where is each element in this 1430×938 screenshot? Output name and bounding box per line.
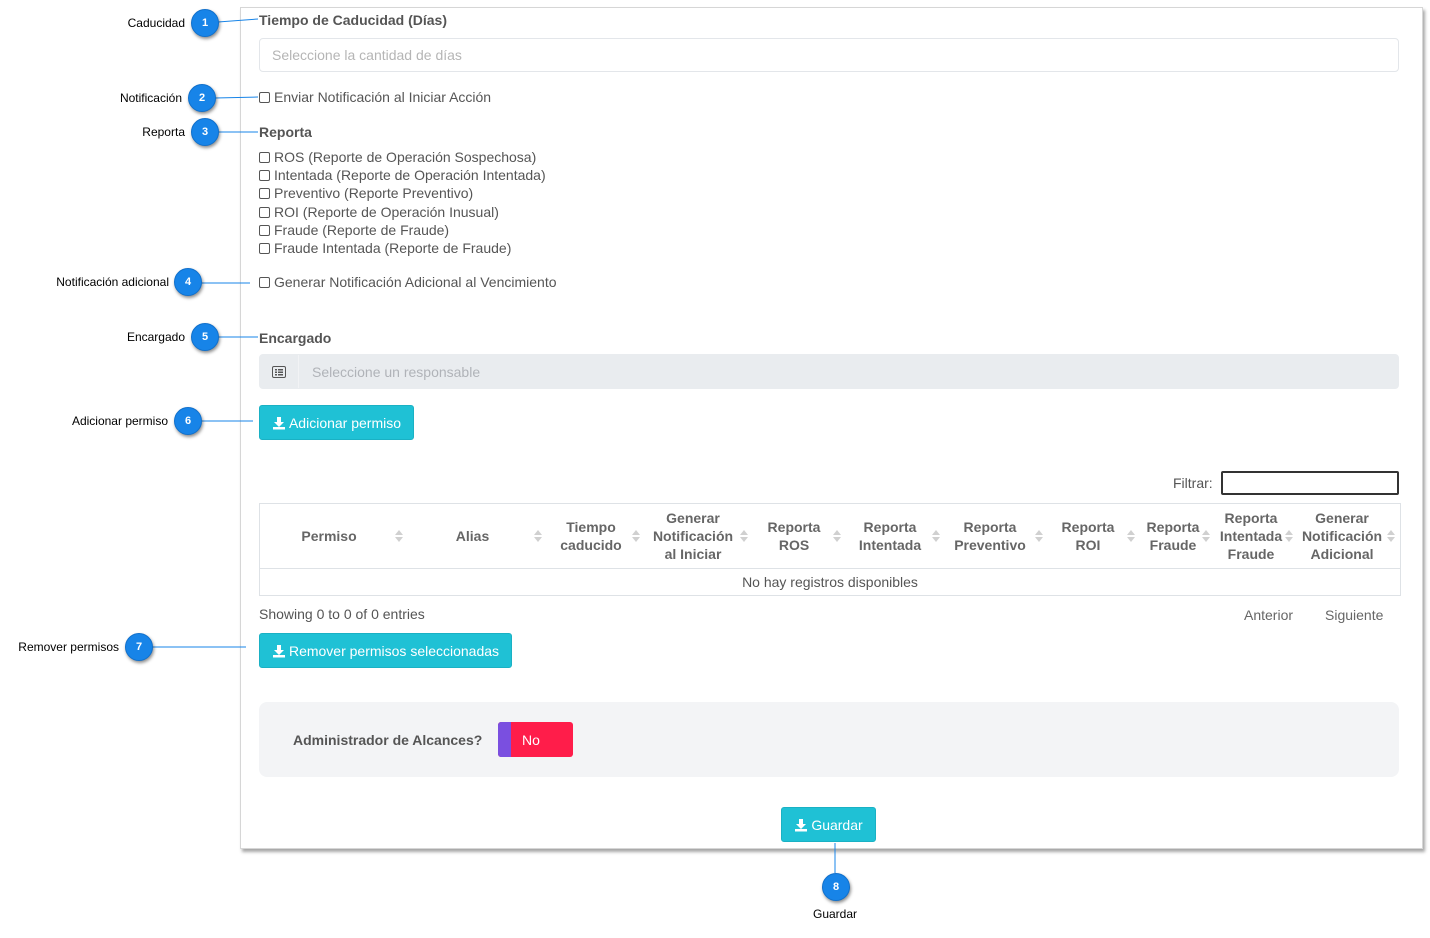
- callout-label-remover-permisos: Remover permisos: [18, 640, 119, 654]
- reporta-option-fraude[interactable]: Fraude (Reporte de Fraude): [259, 221, 449, 239]
- reporta-option-fraude-intentada[interactable]: Fraude Intentada (Reporte de Fraude): [259, 239, 511, 257]
- pagination-previous[interactable]: Anterior: [1244, 607, 1293, 623]
- encargado-select[interactable]: Seleccione un responsable: [259, 354, 1399, 389]
- th-reporta-fraude[interactable]: Reporta Fraude: [1138, 504, 1208, 568]
- filter-label: Filtrar:: [1173, 475, 1213, 491]
- reporta-roi-checkbox[interactable]: [259, 206, 270, 218]
- sort-icon[interactable]: [1202, 530, 1210, 542]
- notificacion-adicional-row[interactable]: Generar Notificación Adicional al Vencim…: [259, 273, 557, 291]
- callout-label-notificacion-adicional: Notificación adicional: [56, 275, 169, 289]
- guardar-label: Guardar: [811, 816, 863, 833]
- callout-badge-6: 6: [174, 407, 202, 435]
- th-reporta-preventivo[interactable]: Reporta Preventivo: [950, 504, 1030, 568]
- reporta-option-ros[interactable]: ROS (Reporte de Operación Sospechosa): [259, 148, 536, 166]
- callout-badge-4: 4: [174, 268, 202, 296]
- encargado-placeholder: Seleccione un responsable: [312, 364, 481, 380]
- notificacion-checkbox-row[interactable]: Enviar Notificación al Iniciar Acción: [259, 88, 491, 106]
- sort-icon[interactable]: [534, 530, 542, 542]
- reporta-option-roi[interactable]: ROI (Reporte de Operación Inusual): [259, 203, 499, 221]
- callout-label-notificacion: Notificación: [119, 91, 182, 105]
- encargado-label: Encargado: [259, 330, 332, 346]
- table-empty-message: No hay registros disponibles: [742, 574, 918, 590]
- caducidad-label: Tiempo de Caducidad (Días): [259, 12, 447, 28]
- reporta-fraude-label: Fraude (Reporte de Fraude): [274, 222, 450, 238]
- sort-icon[interactable]: [632, 530, 640, 542]
- sort-icon[interactable]: [1285, 530, 1293, 542]
- reporta-roi-label: ROI (Reporte de Operación Inusual): [274, 204, 499, 220]
- th-permiso[interactable]: Permiso: [260, 504, 398, 568]
- reporta-intentada-label: Intentada (Reporte de Operación Intentad…: [274, 167, 546, 183]
- th-reporta-intentada-fraude[interactable]: Reporta Intentada Fraude: [1216, 504, 1286, 568]
- th-alias[interactable]: Alias: [410, 504, 535, 568]
- reporta-option-intentada[interactable]: Intentada (Reporte de Operación Intentad…: [259, 166, 546, 184]
- toggle-handle[interactable]: [498, 722, 511, 757]
- th-generar-notificacion-iniciar[interactable]: Generar Notificación al Iniciar: [647, 504, 739, 568]
- callout-badge-3: 3: [191, 118, 219, 146]
- reporta-ros-label: ROS (Reporte de Operación Sospechosa): [274, 149, 537, 165]
- callout-badge-8: 8: [822, 873, 850, 901]
- download-icon: [272, 416, 285, 429]
- permisos-table: Permiso Alias Tiempo caducido Generar No…: [259, 503, 1401, 596]
- adicionar-permiso-button[interactable]: Adicionar permiso: [259, 405, 414, 440]
- reporta-fraude-checkbox[interactable]: [259, 224, 270, 236]
- th-reporta-intentada[interactable]: Reporta Intentada: [850, 504, 930, 568]
- th-reporta-ros[interactable]: Reporta ROS: [760, 504, 828, 568]
- callout-label-reporta: Reporta: [142, 125, 185, 139]
- download-icon: [272, 644, 285, 657]
- callout-label-caducidad: Caducidad: [127, 16, 185, 30]
- list-icon: [260, 355, 299, 388]
- guardar-button[interactable]: Guardar: [781, 807, 876, 842]
- admin-alcances-label: Administrador de Alcances?: [293, 732, 483, 748]
- notificacion-checkbox-label: Enviar Notificación al Iniciar Acción: [274, 89, 492, 105]
- adicionar-permiso-label: Adicionar permiso: [288, 414, 402, 431]
- sort-icon[interactable]: [1127, 530, 1135, 542]
- callout-badge-7: 7: [125, 633, 153, 661]
- download-icon: [795, 818, 808, 831]
- reporta-ros-checkbox[interactable]: [259, 151, 270, 163]
- callout-badge-5: 5: [191, 323, 219, 351]
- callout-badge-2: 2: [188, 84, 216, 112]
- notificacion-adicional-checkbox[interactable]: [259, 276, 270, 288]
- table-info: Showing 0 to 0 of 0 entries: [259, 606, 425, 622]
- callout-label-guardar: Guardar: [812, 907, 858, 921]
- filter-input[interactable]: [1221, 471, 1399, 495]
- admin-alcances-section: Administrador de Alcances? No: [259, 702, 1399, 777]
- sort-icon[interactable]: [395, 530, 403, 542]
- th-reporta-roi[interactable]: Reporta ROI: [1052, 504, 1124, 568]
- table-empty-row: No hay registros disponibles: [260, 569, 1400, 595]
- pagination-next[interactable]: Siguiente: [1325, 607, 1383, 623]
- reporta-preventivo-checkbox[interactable]: [259, 187, 270, 199]
- reporta-fraude-intentada-label: Fraude Intentada (Reporte de Fraude): [274, 240, 512, 256]
- sort-icon[interactable]: [740, 530, 748, 542]
- reporta-option-preventivo[interactable]: Preventivo (Reporte Preventivo): [259, 184, 473, 202]
- sort-icon[interactable]: [1387, 530, 1395, 542]
- callout-label-encargado: Encargado: [126, 330, 185, 344]
- caducidad-placeholder: Seleccione la cantidad de días: [272, 47, 462, 63]
- table-header: Permiso Alias Tiempo caducido Generar No…: [260, 504, 1400, 569]
- notificacion-checkbox[interactable]: [259, 91, 270, 103]
- sort-icon[interactable]: [1035, 530, 1043, 542]
- reporta-intentada-checkbox[interactable]: [259, 169, 270, 181]
- sort-icon[interactable]: [833, 530, 841, 542]
- reporta-preventivo-label: Preventivo (Reporte Preventivo): [274, 185, 474, 201]
- th-generar-notificacion-adicional[interactable]: Generar Notificación Adicional: [1296, 504, 1388, 568]
- reporta-label: Reporta: [259, 124, 312, 140]
- callout-label-adicionar-permiso: Adicionar permiso: [71, 414, 168, 428]
- notificacion-adicional-label: Generar Notificación Adicional al Vencim…: [274, 274, 557, 290]
- remover-permisos-button[interactable]: Remover permisos seleccionadas: [259, 633, 512, 668]
- sort-icon[interactable]: [932, 530, 940, 542]
- reporta-fraude-intentada-checkbox[interactable]: [259, 242, 270, 254]
- caducidad-select[interactable]: Seleccione la cantidad de días: [259, 38, 1399, 72]
- callout-badge-1: 1: [191, 9, 219, 37]
- toggle-value: No: [522, 731, 540, 748]
- remover-permisos-label: Remover permisos seleccionadas: [288, 642, 500, 659]
- admin-alcances-toggle[interactable]: No: [498, 722, 573, 757]
- th-tiempo-caducido[interactable]: Tiempo caducido: [552, 504, 630, 568]
